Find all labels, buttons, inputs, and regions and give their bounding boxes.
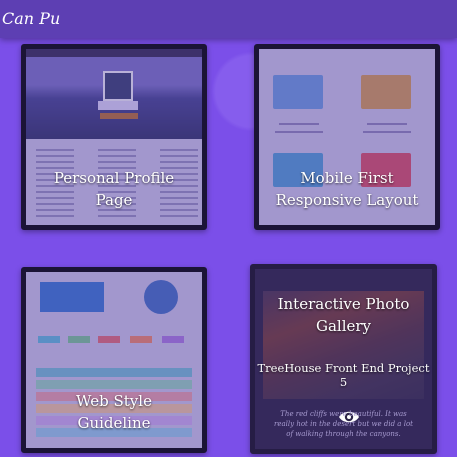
brand-logo-link[interactable]: Can Pu — [2, 9, 60, 28]
card-title-line2: Responsive Layout — [275, 191, 419, 209]
project-card-photo-gallery[interactable]: Interactive Photo Gallery TreeHouse Fron… — [250, 264, 437, 454]
card-title-line1: Personal Profile — [53, 169, 175, 187]
gallery-caption: The red cliffs were beautiful. It was re… — [274, 410, 413, 438]
project-card-personal-profile[interactable]: Personal Profile Page — [21, 44, 207, 230]
card-title-line1: Interactive Photo — [277, 295, 410, 313]
card-title-line1: Mobile First — [300, 169, 394, 187]
project-card-mobile-first[interactable]: Mobile First Responsive Layout — [254, 44, 440, 230]
project-card-web-style-guideline[interactable]: Web Style Guideline — [21, 267, 207, 453]
card-title-line1: Web Style — [76, 392, 152, 410]
card-title-line2: Page — [95, 191, 133, 209]
card-title-line2: Guideline — [77, 414, 151, 432]
site-header: Can Pu — [0, 0, 457, 38]
card-subtitle: TreeHouse Front End Project 5 — [257, 361, 430, 389]
card-title-line2: Gallery — [315, 317, 372, 335]
